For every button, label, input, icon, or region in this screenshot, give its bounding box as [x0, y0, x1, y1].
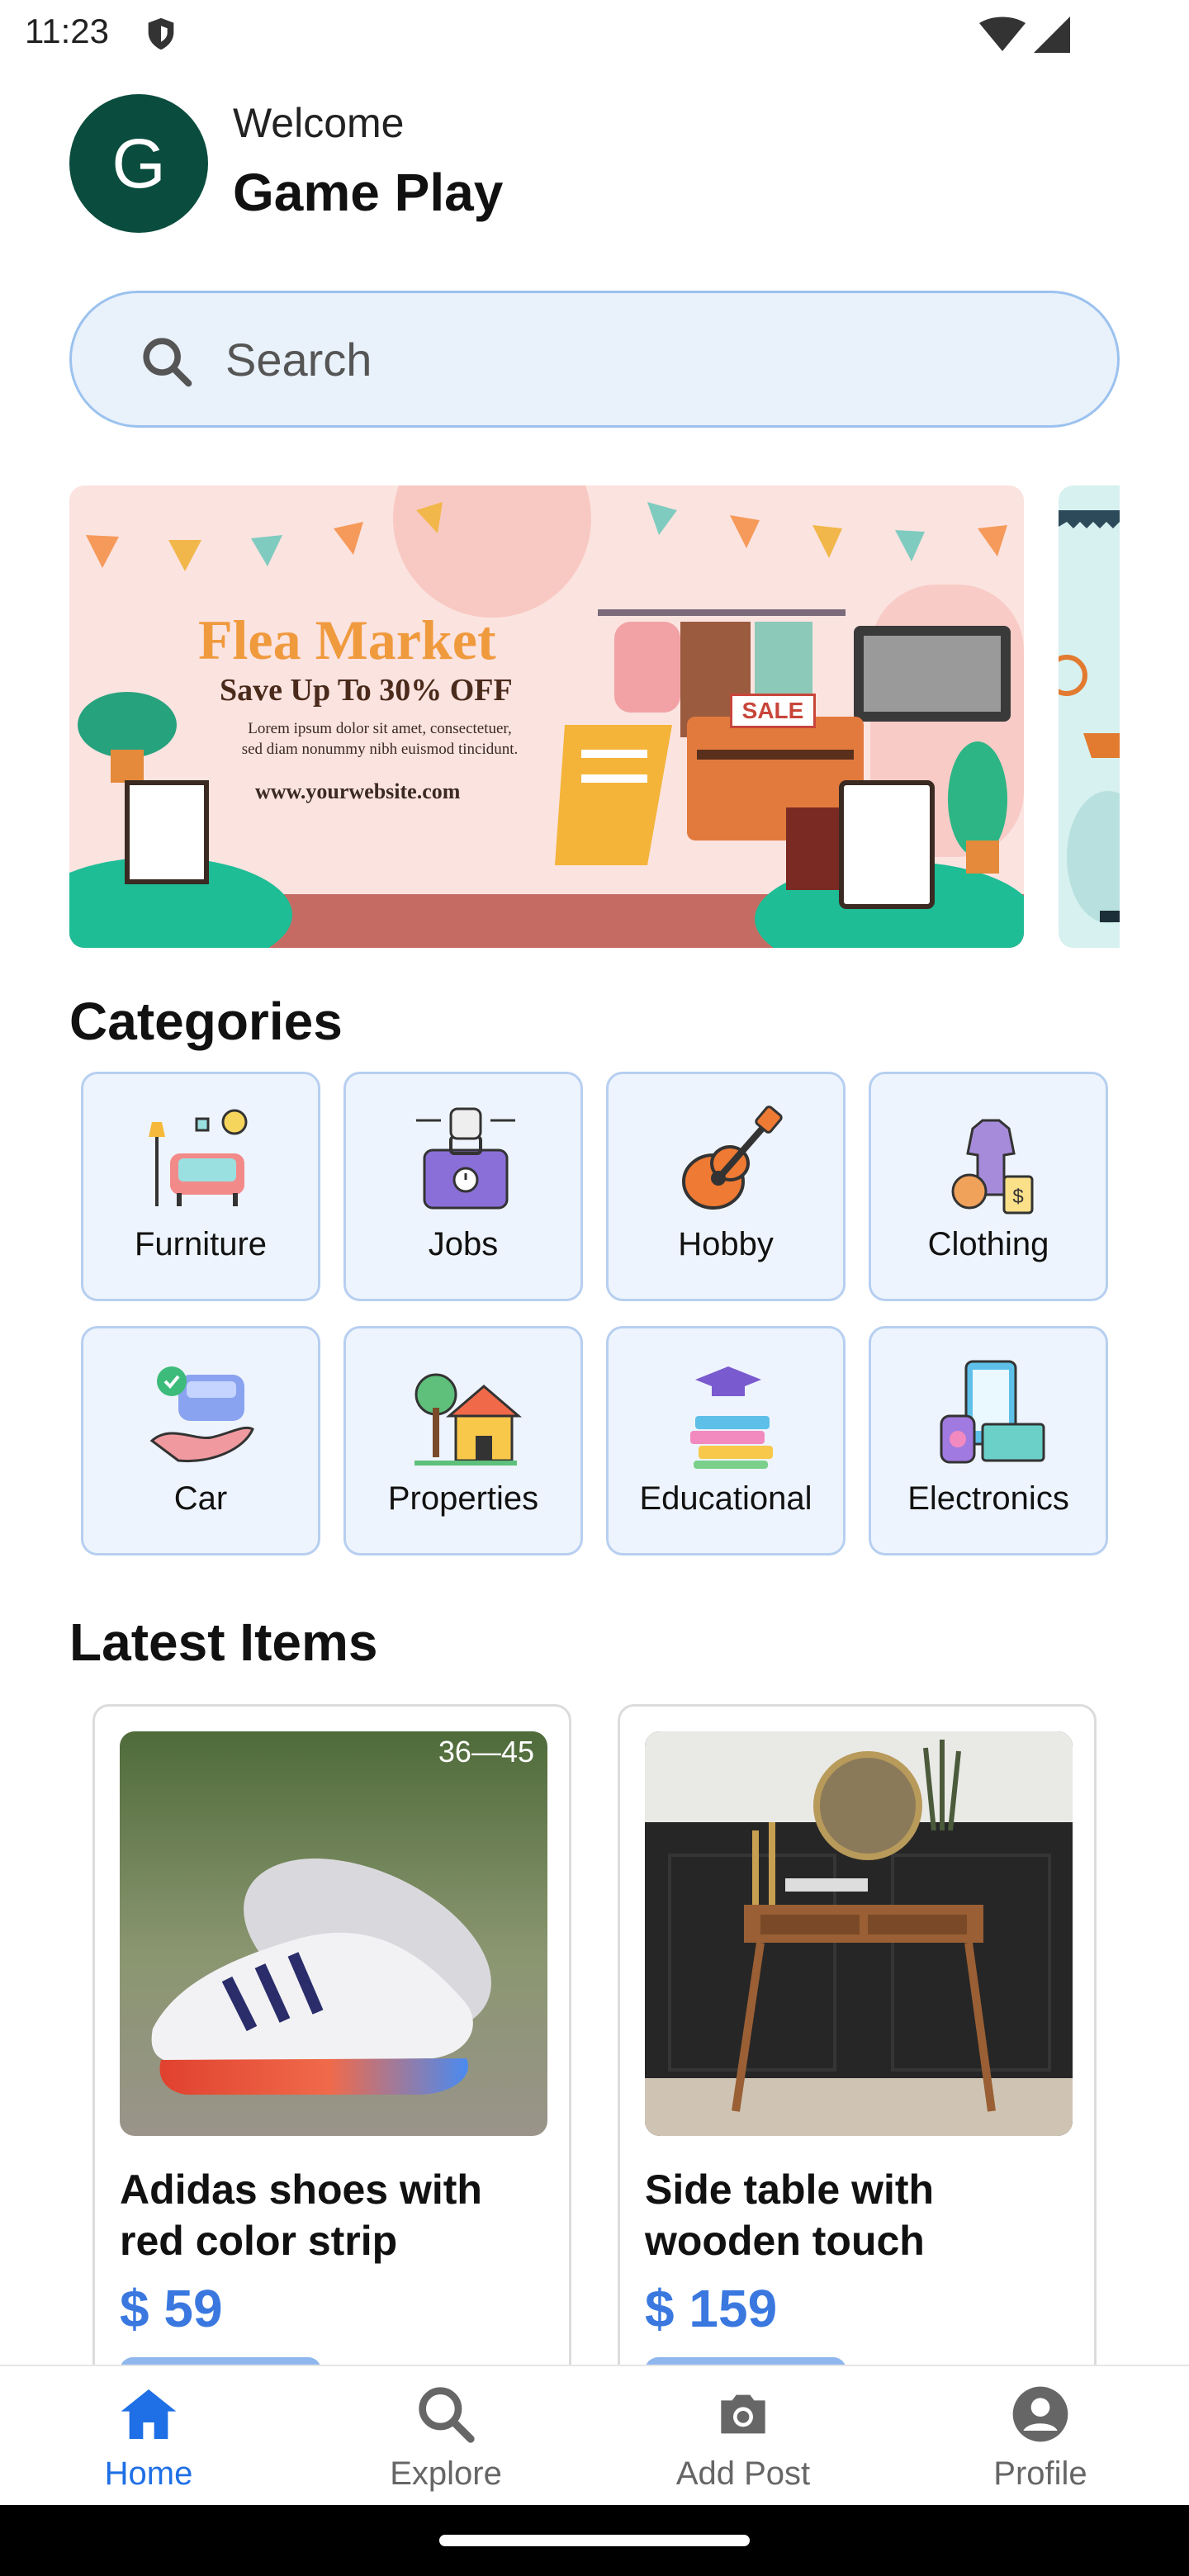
home-icon [121, 2389, 177, 2439]
nav-add-post[interactable]: Add Post [594, 2366, 892, 2507]
shoe-illustration [120, 1731, 547, 2136]
car-icon [149, 1366, 254, 1463]
house-icon [414, 1373, 523, 1466]
latest-items-title: Latest Items [69, 1612, 378, 1672]
category-label: Electronics [907, 1480, 1069, 1517]
category-properties[interactable]: Properties [343, 1326, 583, 1556]
camera-icon [721, 2394, 765, 2434]
categories-title: Categories [69, 992, 343, 1051]
sale-tag: SALE [730, 694, 816, 728]
category-car[interactable]: Car [81, 1326, 320, 1556]
welcome-text: Welcome [233, 100, 405, 146]
jobs-icon [416, 1107, 515, 1210]
wifi-icon [979, 17, 1026, 51]
promo-banner[interactable]: Flea Market Save Up To 30% OFF Lorem ips… [69, 485, 1024, 948]
banner-body-line: Lorem ipsum dolor sit amet, consectetuer… [248, 720, 512, 737]
banner-illustration [1059, 510, 1120, 923]
item-price: $ 159 [645, 2279, 778, 2338]
promo-banner-next[interactable] [1059, 485, 1120, 948]
nav-label: Profile [993, 2455, 1087, 2492]
banner-body-line: sed diam nonummy nibh euismod tincidunt. [241, 741, 519, 758]
banner-body: Lorem ipsum dolor sit amet, consectetuer… [198, 718, 561, 760]
search-icon [143, 338, 192, 387]
category-label: Furniture [134, 1226, 268, 1262]
avatar[interactable]: G [69, 94, 208, 233]
svg-text:$: $ [1012, 1186, 1023, 1208]
category-label: Jobs [428, 1226, 499, 1262]
status-bar: 11:23 [0, 0, 1189, 69]
item-title: Adidas shoes with red color strip [120, 2166, 482, 2264]
category-label: Educational [639, 1480, 812, 1517]
item-card[interactable]: 36—45 Adidas shoes with red color strip … [92, 1704, 571, 2447]
category-electronics[interactable]: Electronics [869, 1326, 1108, 1556]
item-card[interactable]: Side table with wooden touch $ 159 [618, 1704, 1097, 2447]
nav-label: Add Post [675, 2455, 811, 2492]
category-furniture[interactable]: Furniture [81, 1072, 320, 1301]
category-label: Clothing [927, 1226, 1049, 1262]
banner-illustration [69, 485, 1024, 948]
nav-explore[interactable]: Explore [297, 2366, 594, 2507]
search-icon [419, 2387, 475, 2443]
category-educational[interactable]: Educational [606, 1326, 846, 1556]
category-jobs[interactable]: Jobs [343, 1072, 583, 1301]
category-label: Hobby [678, 1226, 774, 1262]
category-clothing[interactable]: $ Clothing [869, 1072, 1108, 1301]
person-icon [1012, 2386, 1068, 2442]
nav-label: Home [104, 2455, 193, 2492]
home-indicator[interactable] [439, 2535, 750, 2546]
furniture-icon [149, 1109, 248, 1206]
category-label: Properties [387, 1480, 539, 1517]
nav-profile[interactable]: Profile [892, 2366, 1189, 2507]
item-price: $ 59 [120, 2279, 223, 2338]
size-label: 36—45 [438, 1735, 534, 1769]
search-placeholder: Search [225, 334, 372, 386]
item-image [645, 1731, 1073, 2136]
guitar-icon [682, 1106, 783, 1210]
category-hobby[interactable]: Hobby [606, 1072, 846, 1301]
banner-title: Flea Market [198, 608, 496, 671]
shield-icon [148, 17, 174, 50]
books-icon [690, 1366, 773, 1469]
table-illustration [645, 1731, 1073, 2136]
banner-url: www.yourwebsite.com [255, 779, 461, 803]
item-image: 36—45 [120, 1731, 547, 2136]
banner-subtitle: Save Up To 30% OFF [220, 673, 513, 708]
status-time: 11:23 [25, 12, 109, 50]
electronics-icon [940, 1360, 1045, 1464]
nav-home[interactable]: Home [0, 2366, 297, 2507]
username: Game Play [233, 163, 504, 222]
clothing-icon: $ [951, 1119, 1034, 1215]
bottom-nav: Home Explore Add Post Profile [0, 2365, 1189, 2505]
search-input[interactable]: Search [69, 291, 1120, 428]
item-title: Side table with wooden touch [645, 2166, 935, 2264]
signal-icon [1034, 17, 1070, 53]
nav-label: Explore [390, 2455, 502, 2492]
category-label: Car [173, 1480, 228, 1517]
